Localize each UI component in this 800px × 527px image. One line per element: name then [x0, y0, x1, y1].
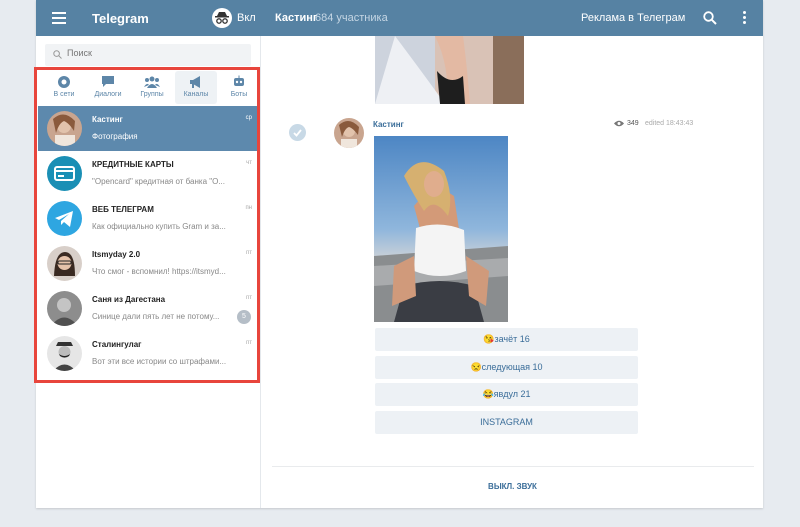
dialog-date: пт	[246, 250, 252, 256]
eye-icon	[614, 120, 624, 127]
tab-channels[interactable]: Каналы	[175, 71, 217, 104]
chat-bubble-icon	[102, 76, 114, 87]
dialog-item-web-telegram[interactable]: ВЕБ ТЕЛЕГРАМ Как официально купить Gram …	[38, 196, 260, 241]
dialog-name: ВЕБ ТЕЛЕГРАМ	[92, 205, 154, 214]
avatar	[47, 201, 82, 236]
dialog-name: КРЕДИТНЫЕ КАРТЫ	[92, 160, 174, 169]
keyboard-button-label: зачёт 16	[494, 334, 530, 344]
keyboard-button-label: явдул 21	[493, 389, 531, 399]
emoji-icon: 😂	[482, 389, 494, 399]
dialog-preview: Как официально купить Gram и за...	[92, 222, 226, 231]
tab-label: Каналы	[183, 91, 209, 98]
more-options-icon[interactable]	[743, 11, 747, 25]
dialog-tabs: В сети Диалоги Группы Каналы Боты	[38, 71, 260, 106]
keyboard-button-instagram[interactable]: INSTAGRAM	[375, 411, 638, 434]
people-icon	[144, 76, 160, 88]
tab-label: Боты	[230, 91, 248, 98]
dialog-name: Itsmyday 2.0	[92, 250, 141, 259]
tab-label: Группы	[140, 91, 164, 98]
ad-link[interactable]: Реклама в Телеграм	[581, 12, 685, 24]
previous-photo[interactable]	[375, 36, 524, 104]
chat-member-count[interactable]: 684 участника	[315, 12, 388, 24]
keyboard-button-next[interactable]: 😒следующая 10	[375, 356, 638, 379]
keyboard-button-label: INSTAGRAM	[480, 417, 533, 427]
megaphone-icon	[190, 76, 200, 88]
incognito-icon[interactable]	[212, 8, 232, 28]
dialog-date: ср	[245, 115, 252, 121]
search-icon	[53, 50, 62, 59]
dialog-name: Саня из Дагестана	[92, 295, 166, 304]
dialog-preview: Вот эти все истории со штрафами...	[92, 357, 227, 366]
circle-icon	[58, 76, 70, 88]
message-time: edited 18:43:43	[645, 120, 694, 127]
keyboard-button-label: следующая 10	[481, 362, 543, 372]
avatar	[47, 111, 82, 146]
dialog-name: Кастинг	[92, 115, 123, 124]
dialog-date: пт	[246, 295, 252, 301]
emoji-icon: 😒	[470, 362, 482, 372]
avatar	[47, 156, 82, 191]
dialog-date: пт	[246, 340, 252, 346]
keyboard-button-zachet[interactable]: 😘зачёт 16	[375, 328, 638, 351]
search-input[interactable]	[67, 48, 237, 58]
mute-button[interactable]: ВЫКЛ. ЗВУК	[262, 482, 763, 491]
incognito-toggle-label[interactable]: Вкл	[237, 12, 256, 24]
avatar	[47, 336, 82, 371]
emoji-icon: 😘	[483, 334, 495, 344]
dialog-item-casting[interactable]: Кастинг Фотография ср	[38, 106, 260, 151]
tab-dialogs[interactable]: Диалоги	[87, 71, 129, 104]
tab-online[interactable]: В сети	[43, 71, 85, 104]
telegram-app: Telegram Вкл Кастинг 684 участника Рекла…	[36, 0, 763, 508]
dialog-preview: Синице дали пять лет не потому...	[92, 312, 220, 321]
view-count: 349	[627, 120, 639, 127]
dialog-item-stalingulag[interactable]: Сталингулаг Вот эти все истории со штраф…	[38, 331, 260, 376]
tab-label: В сети	[53, 91, 75, 98]
dialog-item-sanya[interactable]: Саня из Дагестана Синице дали пять лет н…	[38, 286, 260, 331]
divider	[272, 466, 754, 467]
avatar	[47, 246, 82, 281]
dialog-preview: Что смог - вспомнил! https://itsmyd...	[92, 267, 226, 276]
message-photo[interactable]	[374, 136, 508, 322]
app-title: Telegram	[92, 11, 149, 26]
dialog-item-credit-cards[interactable]: КРЕДИТНЫЕ КАРТЫ "Opencard" кредитная от …	[38, 151, 260, 196]
dialog-date: пн	[245, 205, 252, 211]
dialog-name: Сталингулаг	[92, 340, 142, 349]
avatar[interactable]	[334, 118, 364, 148]
keyboard-button-yavdul[interactable]: 😂явдул 21	[375, 383, 638, 406]
dialog-preview: "Opencard" кредитная от банка "О...	[92, 177, 225, 186]
sidebar: В сети Диалоги Группы Каналы Боты	[36, 36, 261, 508]
tab-groups[interactable]: Группы	[131, 71, 173, 104]
chat-area: Кастинг 349 edited 18:43:43 😘зачёт 16 😒с…	[262, 36, 763, 508]
selected-check-icon[interactable]	[289, 124, 306, 141]
message-views: 349	[614, 120, 639, 127]
avatar	[47, 291, 82, 326]
message-author[interactable]: Кастинг	[373, 120, 404, 129]
search-box[interactable]	[45, 44, 251, 66]
header-bar: Telegram Вкл Кастинг 684 участника Рекла…	[36, 0, 763, 36]
menu-icon[interactable]	[52, 12, 66, 24]
tab-bots[interactable]: Боты	[218, 71, 260, 104]
robot-icon	[234, 75, 244, 86]
unread-badge: 5	[237, 310, 251, 324]
dialog-list: Кастинг Фотография ср КРЕДИТНЫЕ КАРТЫ "O…	[38, 106, 260, 376]
dialog-item-itsmyday[interactable]: Itsmyday 2.0 Что смог - вспомнил! https:…	[38, 241, 260, 286]
dialog-preview: Фотография	[92, 132, 138, 141]
dialog-date: чт	[246, 160, 252, 166]
chat-title[interactable]: Кастинг	[275, 12, 317, 24]
tab-label: Диалоги	[94, 91, 122, 98]
search-icon[interactable]	[703, 11, 717, 30]
